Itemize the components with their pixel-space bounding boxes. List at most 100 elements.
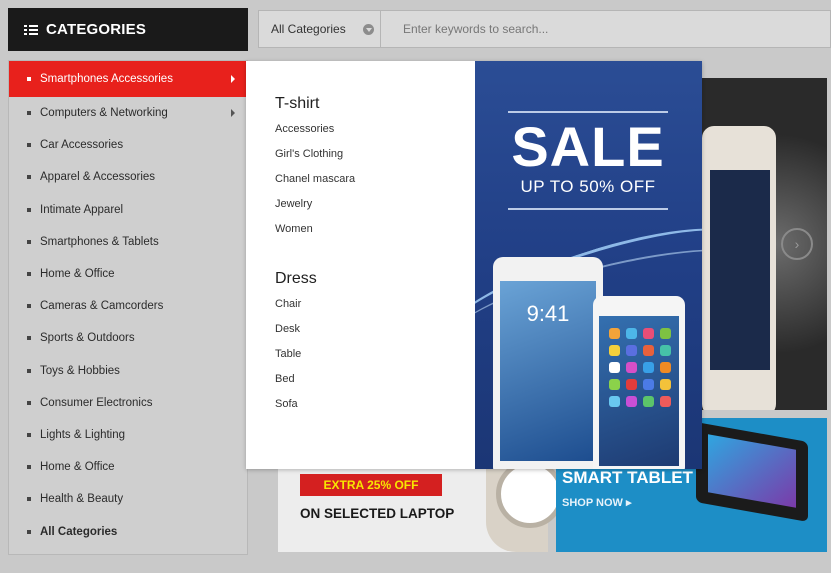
deal-badge: EXTRA 25% OFF: [300, 474, 442, 496]
promo-subline: UP TO 50% OFF: [520, 177, 656, 196]
category-list: Smartphones Accessories Computers & Netwo…: [9, 61, 247, 548]
sidebar-item[interactable]: All Categories: [9, 515, 247, 547]
bullet-icon: [27, 272, 31, 277]
app-icon: [643, 396, 654, 407]
sidebar-item[interactable]: Toys & Hobbies: [9, 355, 247, 387]
sidebar-item-label: Computers & Networking: [40, 107, 168, 120]
categories-header[interactable]: CATEGORIES: [8, 8, 248, 57]
bullet-icon: [27, 465, 31, 470]
search-bar: All Categories: [258, 10, 831, 48]
sidebar-item-label: Apparel & Accessories: [40, 171, 156, 184]
sidebar-item-label: Home & Office: [40, 461, 115, 474]
sidebar-item[interactable]: Smartphones Accessories: [9, 61, 247, 97]
submenu-link[interactable]: Bed: [275, 373, 475, 398]
sidebar-item-label: Smartphones & Tablets: [40, 235, 159, 248]
submenu-link[interactable]: Chair: [275, 298, 475, 323]
submenu-link[interactable]: Chanel mascara: [275, 173, 475, 198]
bullet-icon: [27, 368, 31, 373]
submenu-columns: T-shirt Accessories Girl's Clothing Chanel …: [246, 61, 475, 469]
search-input[interactable]: [381, 11, 830, 47]
sidebar-item-label: Lights & Lighting: [40, 428, 126, 441]
caret-right-icon: [231, 75, 235, 83]
tablet-device-image: 9:41: [493, 257, 603, 469]
app-icon: [660, 396, 671, 407]
sidebar-item[interactable]: Health & Beauty: [9, 483, 247, 515]
sidebar-item-label: Sports & Outdoors: [40, 332, 135, 345]
app-icon: [643, 328, 654, 339]
app-icon: [609, 328, 620, 339]
submenu-link[interactable]: Women: [275, 223, 475, 248]
app-icon: [626, 362, 637, 373]
carousel-next-button[interactable]: ›: [781, 228, 813, 260]
sidebar-item[interactable]: Car Accessories: [9, 129, 247, 161]
submenu-link[interactable]: Girl's Clothing: [275, 148, 475, 173]
caret-right-icon: [231, 109, 235, 118]
sidebar-item[interactable]: Home & Office: [9, 451, 247, 483]
phone-image: [702, 126, 776, 410]
submenu-group-title[interactable]: Dress: [275, 270, 475, 288]
sidebar-item[interactable]: Home & Office: [9, 258, 247, 290]
app-icon: [643, 362, 654, 373]
bullet-icon: [27, 497, 31, 502]
categories-title: CATEGORIES: [46, 21, 147, 38]
sidebar-item-label: Car Accessories: [40, 139, 124, 152]
bullet-icon: [27, 400, 31, 405]
tablet-mini-image: [593, 296, 685, 469]
sidebar-item-label: Smartphones Accessories: [40, 73, 173, 85]
caret-right-icon: ▸: [625, 497, 632, 509]
bullet-icon: [27, 175, 31, 180]
sidebar-item-label: Health & Beauty: [40, 493, 124, 506]
sidebar-item[interactable]: Apparel & Accessories: [9, 161, 247, 193]
submenu-link[interactable]: Desk: [275, 323, 475, 348]
bullet-icon: [27, 111, 31, 116]
sidebar-item[interactable]: Computers & Networking: [9, 97, 247, 129]
app-icon: [609, 362, 620, 373]
app-icon: [626, 328, 637, 339]
promo-headline: SALE: [511, 115, 665, 178]
submenu-group: Dress Chair Desk Table Bed Sofa: [275, 270, 475, 423]
submenu-panel: T-shirt Accessories Girl's Clothing Chanel …: [246, 61, 702, 469]
app-icon: [626, 396, 637, 407]
submenu-link[interactable]: Table: [275, 348, 475, 373]
app-icon: [660, 328, 671, 339]
sidebar-item[interactable]: Smartphones & Tablets: [9, 226, 247, 258]
search-category-value: All Categories: [271, 22, 346, 36]
submenu-group: T-shirt Accessories Girl's Clothing Chanel …: [275, 95, 475, 248]
sidebar-item-label: Intimate Apparel: [40, 203, 124, 216]
sidebar-item[interactable]: Lights & Lighting: [9, 419, 247, 451]
submenu-link[interactable]: Accessories: [275, 123, 475, 148]
sidebar-item[interactable]: Intimate Apparel: [9, 194, 247, 226]
sale-promo-banner[interactable]: SALE UP TO 50% OFF 9:41: [475, 61, 702, 469]
promo-divider: [508, 111, 668, 113]
bullet-icon: [27, 207, 31, 212]
bullet-icon: [27, 336, 31, 341]
app-icon: [609, 345, 620, 356]
tablet-title: SMART TABLET: [562, 468, 693, 487]
app-icon: [660, 379, 671, 390]
submenu-link[interactable]: Jewelry: [275, 198, 475, 223]
app-icon: [643, 345, 654, 356]
bullet-icon: [27, 432, 31, 437]
submenu-group-title[interactable]: T-shirt: [275, 95, 475, 113]
submenu-link[interactable]: Sofa: [275, 398, 475, 423]
device-clock: 9:41: [526, 301, 570, 326]
sidebar-item-label: All Categories: [40, 525, 118, 538]
app-icon: [660, 345, 671, 356]
phone-banner[interactable]: ›: [700, 78, 827, 410]
bullet-icon: [27, 77, 31, 81]
app-icon: [643, 379, 654, 390]
app-icon: [609, 396, 620, 407]
sidebar-item[interactable]: Sports & Outdoors: [9, 322, 247, 354]
header-pointer: [32, 51, 44, 57]
shop-now-link[interactable]: SHOP NOW ▸: [562, 496, 632, 509]
tablet-image: [696, 422, 808, 522]
search-category-select[interactable]: All Categories: [259, 11, 381, 47]
app-icon: [626, 379, 637, 390]
bullet-icon: [27, 143, 31, 148]
bullet-icon: [27, 239, 31, 244]
sidebar-item[interactable]: Cameras & Camcorders: [9, 290, 247, 322]
chevron-down-icon: [363, 24, 374, 35]
bullet-icon: [27, 529, 31, 534]
sidebar-item[interactable]: Consumer Electronics: [9, 387, 247, 419]
chevron-right-icon: ›: [794, 236, 800, 252]
